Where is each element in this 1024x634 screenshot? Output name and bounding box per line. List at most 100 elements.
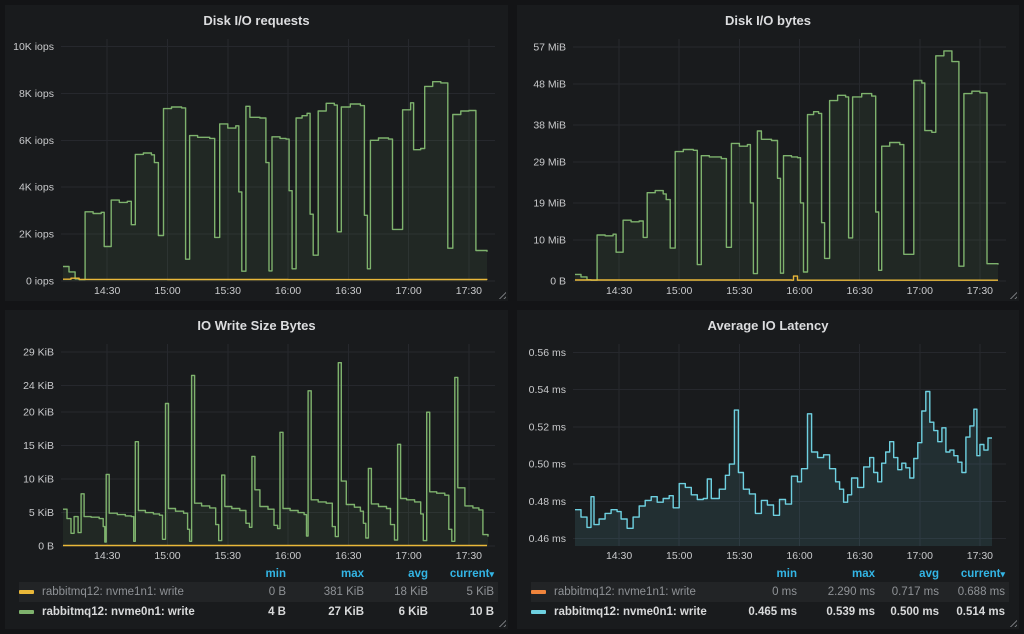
svg-text:4K iops: 4K iops <box>19 182 54 194</box>
svg-text:0.46 ms: 0.46 ms <box>529 533 566 545</box>
series-toggle-nvme1n1[interactable]: rabbitmq12: nvme1n1: write <box>554 586 696 598</box>
legend-sort-min[interactable]: min <box>230 568 286 580</box>
disk-io-bytes-chart[interactable]: 14:3015:0015:3016:0016:3017:0017:300 B10… <box>521 33 1015 298</box>
stat-avg: 6 KiB <box>364 606 428 618</box>
svg-text:38 MiB: 38 MiB <box>533 119 566 131</box>
svg-text:19 MiB: 19 MiB <box>533 197 566 209</box>
legend-header-row: min max avg current▾ <box>531 565 1009 582</box>
stat-avg: 18 KiB <box>364 586 428 598</box>
stat-max: 0.539 ms <box>797 606 875 618</box>
stat-max: 381 KiB <box>286 586 364 598</box>
legend-row-nvme1n1: rabbitmq12: nvme1n1: write 0 ms 2.290 ms… <box>531 582 1009 602</box>
svg-text:0.48 ms: 0.48 ms <box>529 496 566 508</box>
svg-text:15:00: 15:00 <box>666 550 692 562</box>
svg-text:15:30: 15:30 <box>215 285 241 297</box>
panel-disk-io-bytes: Disk I/O bytes 14:3015:0015:3016:0016:30… <box>517 5 1019 301</box>
svg-text:24 KiB: 24 KiB <box>23 380 54 392</box>
legend-row-nvme0n1: rabbitmq12: nvme0n1: write 4 B 27 KiB 6 … <box>19 602 498 622</box>
stat-avg: 0.717 ms <box>875 586 939 598</box>
legend-row-nvme0n1: rabbitmq12: nvme0n1: write 0.465 ms 0.53… <box>531 602 1009 622</box>
svg-text:8K iops: 8K iops <box>19 88 54 100</box>
svg-text:17:00: 17:00 <box>395 285 421 297</box>
sort-caret-icon: ▾ <box>1000 569 1005 579</box>
legend-sort-current[interactable]: current▾ <box>428 568 498 580</box>
stat-current: 5 KiB <box>428 586 498 598</box>
svg-text:15:00: 15:00 <box>154 285 180 297</box>
legend-row-nvme1n1: rabbitmq12: nvme1n1: write 0 B 381 KiB 1… <box>19 582 498 602</box>
svg-text:0 B: 0 B <box>550 276 566 288</box>
sort-caret-icon: ▾ <box>489 569 494 579</box>
svg-text:17:00: 17:00 <box>907 550 933 562</box>
svg-text:15:00: 15:00 <box>154 550 180 562</box>
legend-sort-avg[interactable]: avg <box>875 568 939 580</box>
stat-max: 2.290 ms <box>797 586 875 598</box>
svg-text:17:00: 17:00 <box>907 285 933 297</box>
svg-text:0.52 ms: 0.52 ms <box>529 421 566 433</box>
svg-text:17:30: 17:30 <box>967 285 993 297</box>
series-toggle-nvme0n1[interactable]: rabbitmq12: nvme0n1: write <box>42 606 195 618</box>
svg-text:16:30: 16:30 <box>335 550 361 562</box>
legend-sort-current[interactable]: current▾ <box>939 568 1009 580</box>
svg-text:17:00: 17:00 <box>395 550 421 562</box>
svg-text:15:00: 15:00 <box>666 285 692 297</box>
series-color-swatch[interactable] <box>531 590 546 594</box>
svg-text:0 iops: 0 iops <box>26 276 54 288</box>
disk-io-requests-chart[interactable]: 14:30 15:00 15:30 16:00 16:30 17:00 17:30 0 iop… <box>9 33 504 298</box>
panel-title-disk-io-requests[interactable]: Disk I/O requests <box>9 9 504 33</box>
stat-min: 4 B <box>230 606 286 618</box>
svg-text:15:30: 15:30 <box>726 550 752 562</box>
panel-title-average-io-latency[interactable]: Average IO Latency <box>521 314 1015 338</box>
svg-text:10 KiB: 10 KiB <box>23 474 54 486</box>
legend-sort-min[interactable]: min <box>741 568 797 580</box>
stat-max: 27 KiB <box>286 606 364 618</box>
svg-text:14:30: 14:30 <box>94 550 120 562</box>
stat-current: 10 B <box>428 606 498 618</box>
svg-text:6K iops: 6K iops <box>19 135 54 147</box>
svg-text:10K iops: 10K iops <box>13 41 54 53</box>
series-color-swatch[interactable] <box>531 610 546 614</box>
legend-sort-max[interactable]: max <box>286 568 364 580</box>
series-toggle-nvme0n1[interactable]: rabbitmq12: nvme0n1: write <box>554 606 707 618</box>
svg-text:29 MiB: 29 MiB <box>533 156 566 168</box>
legend-io-write-size: min max avg current▾ rabbitmq12: nvme1n1… <box>9 563 504 626</box>
stat-min: 0 B <box>230 586 286 598</box>
legend-average-io-latency: min max avg current▾ rabbitmq12: nvme1n1… <box>521 563 1015 626</box>
svg-text:14:30: 14:30 <box>94 285 120 297</box>
legend-sort-current-label: current <box>961 568 1001 580</box>
svg-text:17:30: 17:30 <box>456 285 482 297</box>
svg-text:14:30: 14:30 <box>606 550 632 562</box>
io-write-size-chart[interactable]: 14:3015:0015:3016:0016:3017:0017:300 B5 … <box>9 338 504 563</box>
svg-text:57 MiB: 57 MiB <box>533 41 566 53</box>
series-toggle-nvme1n1[interactable]: rabbitmq12: nvme1n1: write <box>42 586 184 598</box>
svg-text:17:30: 17:30 <box>967 550 993 562</box>
stat-current: 0.688 ms <box>939 586 1009 598</box>
panel-io-write-size-bytes: IO Write Size Bytes 14:30 15:00 15:30 16:00… <box>5 310 508 629</box>
panel-average-io-latency: Average IO Latency 14:30 15:00 15:30 16:00 1… <box>517 310 1019 629</box>
svg-text:16:00: 16:00 <box>275 285 301 297</box>
series-color-swatch[interactable] <box>19 590 34 594</box>
svg-text:10 MiB: 10 MiB <box>533 234 566 246</box>
svg-text:15:30: 15:30 <box>726 285 752 297</box>
legend-sort-avg[interactable]: avg <box>364 568 428 580</box>
legend-sort-max[interactable]: max <box>797 568 875 580</box>
svg-text:16:00: 16:00 <box>275 550 301 562</box>
svg-text:16:30: 16:30 <box>335 285 361 297</box>
svg-text:16:30: 16:30 <box>847 285 873 297</box>
svg-text:0.56 ms: 0.56 ms <box>529 347 566 359</box>
svg-text:29 KiB: 29 KiB <box>23 347 54 359</box>
svg-text:15 KiB: 15 KiB <box>23 440 54 452</box>
stat-current: 0.514 ms <box>939 606 1009 618</box>
panel-title-disk-io-bytes[interactable]: Disk I/O bytes <box>521 9 1015 33</box>
panel-disk-io-requests: Disk I/O requests 14:30 15:00 15:30 16:00 16… <box>5 5 508 301</box>
svg-text:16:00: 16:00 <box>786 550 812 562</box>
svg-text:15:30: 15:30 <box>215 550 241 562</box>
panel-title-io-write-size[interactable]: IO Write Size Bytes <box>9 314 504 338</box>
svg-text:0 B: 0 B <box>38 541 54 553</box>
svg-text:48 MiB: 48 MiB <box>533 78 566 90</box>
svg-text:20 KiB: 20 KiB <box>23 407 54 419</box>
series-color-swatch[interactable] <box>19 610 34 614</box>
stat-avg: 0.500 ms <box>875 606 939 618</box>
average-io-latency-chart[interactable]: 14:3015:0015:3016:0016:3017:0017:300.46 … <box>521 338 1015 563</box>
grafana-dashboard: Disk I/O requests 14:30 15:00 15:30 16:00 16… <box>0 0 1024 634</box>
legend-sort-current-label: current <box>450 568 490 580</box>
